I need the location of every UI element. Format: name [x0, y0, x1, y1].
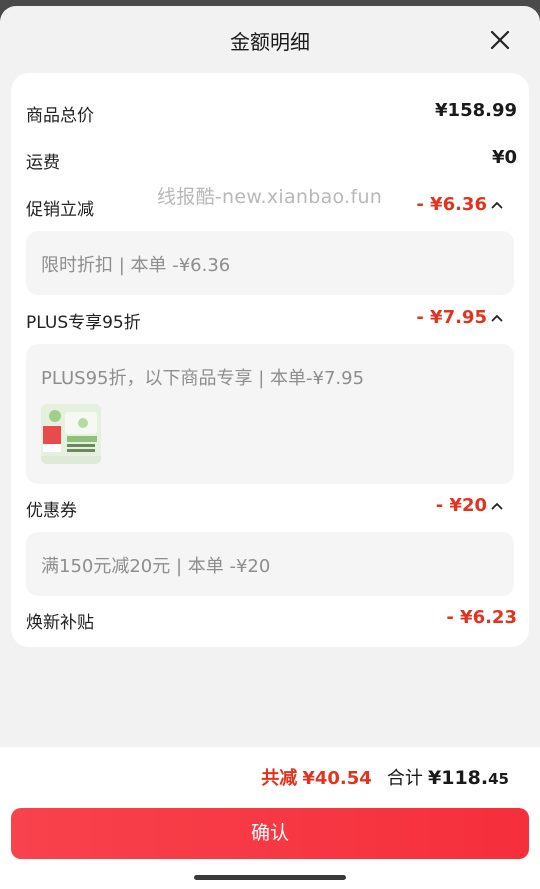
trade-in-value: - ¥6.23 — [446, 607, 517, 628]
chevron-up-icon[interactable] — [491, 501, 503, 511]
shipping-label: 运费 — [26, 153, 60, 173]
amount-card: 商品总价 ¥158.99 运费 ¥0 促销立减 - ¥6.36 限时折扣 | 本… — [11, 73, 529, 647]
coupon-detail-text: 满150元减20元 | 本单 -¥20 — [41, 556, 271, 577]
row-shipping: 运费 ¥0 — [26, 144, 517, 174]
confirm-button[interactable]: 确认 — [11, 808, 529, 859]
close-icon[interactable] — [486, 26, 514, 54]
trade-in-label: 焕新补贴 — [26, 613, 94, 633]
coupon-label: 优惠券 — [26, 501, 77, 521]
row-trade-in-subsidy: 焕新补贴 - ¥6.23 — [26, 604, 517, 634]
promo-label: 促销立减 — [26, 200, 94, 220]
row-plus-discount[interactable]: PLUS专享95折 - ¥7.95 — [26, 304, 503, 334]
row-coupon[interactable]: 优惠券 - ¥20 — [26, 492, 503, 522]
coupon-value: - ¥20 — [435, 495, 487, 516]
row-goods-total: 商品总价 ¥158.99 — [26, 97, 517, 127]
price-summary: 共减 ¥40.54 合计 ¥118.45 — [261, 764, 509, 790]
total-label: 合计 — [386, 768, 423, 789]
home-indicator[interactable] — [194, 875, 346, 880]
saving-value: ¥40.54 — [302, 768, 372, 789]
plus-detail-box: PLUS95折，以下商品专享 | 本单-¥7.95 — [26, 344, 514, 484]
total-value-main: ¥118. — [428, 767, 489, 789]
coupon-detail-box: 满150元减20元 | 本单 -¥20 — [26, 532, 514, 596]
shipping-value: ¥0 — [491, 147, 517, 168]
sheet-title: 金额明细 — [230, 30, 310, 54]
plus-label: PLUS专享95折 — [26, 313, 141, 333]
promo-value: - ¥6.36 — [416, 194, 487, 215]
saving-label: 共减 — [261, 768, 298, 789]
product-thumbnail[interactable] — [41, 404, 101, 464]
plus-detail-text: PLUS95折，以下商品专享 | 本单-¥7.95 — [41, 368, 365, 389]
watermark-text: 线报酷-new.xianbao.fun — [157, 186, 383, 208]
chevron-up-icon[interactable] — [491, 200, 503, 210]
goods-total-label: 商品总价 — [26, 106, 94, 126]
total-value-decimal: 45 — [488, 770, 509, 788]
sheet-header: 金额明细 — [0, 6, 540, 72]
footer-bar: 共减 ¥40.54 合计 ¥118.45 确认 — [0, 747, 540, 889]
amount-detail-sheet: 金额明细 商品总价 ¥158.99 运费 ¥0 促销立减 - ¥6.36 限时折… — [0, 6, 540, 889]
chevron-up-icon[interactable] — [491, 313, 503, 323]
promo-detail-box: 限时折扣 | 本单 -¥6.36 — [26, 231, 514, 295]
promo-detail-text: 限时折扣 | 本单 -¥6.36 — [41, 255, 231, 276]
goods-total-value: ¥158.99 — [435, 100, 517, 121]
plus-value: - ¥7.95 — [416, 307, 487, 328]
